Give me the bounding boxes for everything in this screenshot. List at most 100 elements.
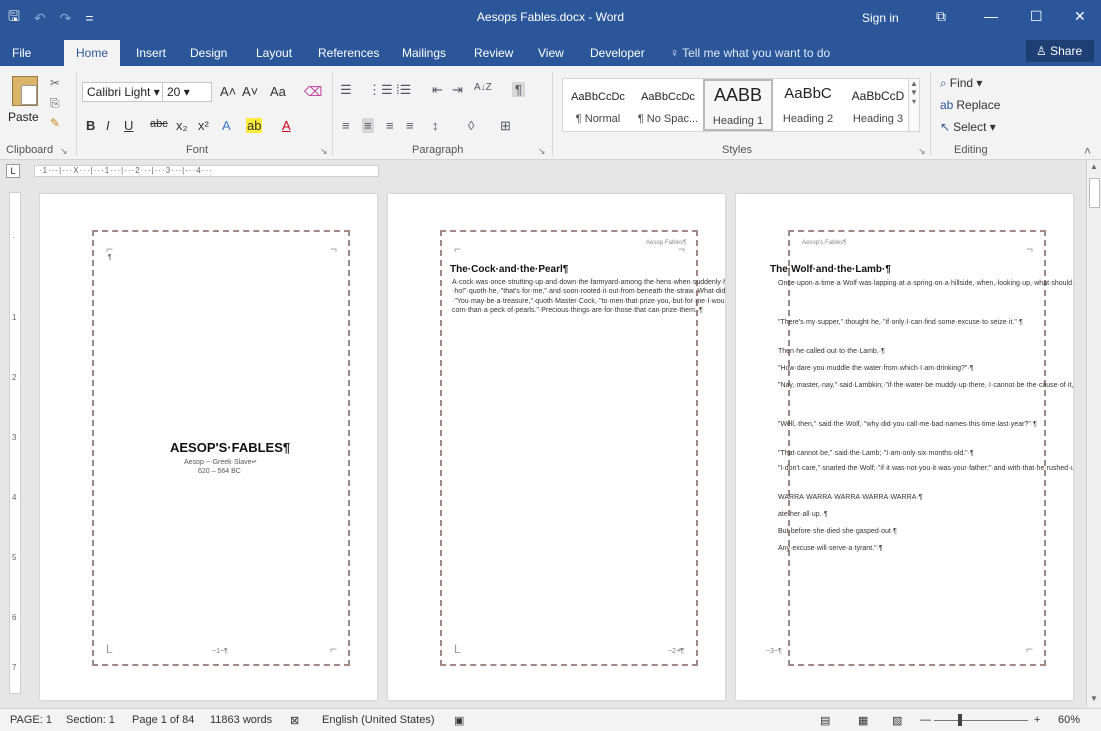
fable-paragraph[interactable]: "Nay,·master,·nay,"·said·Lambkin;·"if·th… [778,381,1073,390]
fable-heading[interactable]: The·Wolf·and·the·Lamb·¶ [770,264,891,275]
font-size-field[interactable]: 20 ▾ [162,82,212,102]
find-button[interactable]: ⌕ Find ▾ [940,76,982,91]
vertical-scrollbar[interactable]: ▲ ▼ [1086,160,1101,708]
tab-design[interactable]: Design [190,46,227,60]
scroll-down-icon[interactable]: ▼ [1090,694,1098,703]
decrease-indent-icon[interactable]: ⇤ [432,82,443,98]
zoom-slider-track[interactable] [934,720,1028,721]
style-heading-1[interactable]: AABB Heading 1 [703,79,773,131]
select-button[interactable]: ↖ Select ▾ [940,120,996,134]
italic-button[interactable]: I [106,118,110,133]
bold-button[interactable]: B [86,118,95,133]
cut-icon[interactable]: ✂ [50,76,60,90]
maximize-icon[interactable]: ☐ [1030,8,1043,25]
tab-developer[interactable]: Developer [590,46,645,60]
horizontal-ruler[interactable]: ·1···|···Ⅹ···|···1···|···2···|···3···|··… [34,165,379,177]
tab-insert[interactable]: Insert [136,46,166,60]
print-layout-icon[interactable]: ▦ [858,714,868,727]
fable-paragraph[interactable]: "There's·my·supper,"·thought·he,·"if·onl… [778,318,1023,327]
tab-mailings[interactable]: Mailings [402,46,446,60]
fable-paragraph[interactable]: WARRA·WARRA·WARRA·WARRA·WARRA·¶ [778,493,922,502]
fable-paragraph[interactable]: Once·upon·a·time·a·Wolf·was·lapping·at·a… [778,279,1073,288]
style-no-spacing[interactable]: AaBbCcDc ¶ No Spac... [633,79,703,131]
vertical-ruler[interactable]: · 1 2 3 4 5 6 7 [9,192,21,694]
fable-paragraph[interactable]: Any·excuse·will·serve·a·tyrant."·¶ [778,544,883,553]
page-number-status[interactable]: PAGE: 1 [10,714,52,726]
cover-title[interactable]: AESOP'S·FABLES¶ [170,440,290,455]
tab-review[interactable]: Review [474,46,513,60]
multilevel-list-icon[interactable]: ⁞☰ [396,82,411,98]
numbering-icon[interactable]: ⋮☰ [368,82,393,98]
style-normal[interactable]: AaBbCcDc ¶ Normal [563,79,633,131]
page-2[interactable]: ⌐ ¬ L ⌐ Aesop·Fables¶ The·Cock·and·the·P… [388,194,725,700]
ribbon-display-options-icon[interactable]: ⧉ [936,8,946,25]
fable-paragraph[interactable]: "That·cannot·be,"·said·the·Lamb;·"I·am·o… [778,449,974,458]
cover-dates[interactable]: 620 – 564 BC [198,468,241,475]
fable-paragraph[interactable]: "How·dare·you·muddle·the·water·from·whic… [778,364,973,373]
justify-icon[interactable]: ≡ [406,118,414,133]
scroll-thumb[interactable] [1089,178,1100,208]
shrink-font-icon[interactable]: A˅ [242,84,258,99]
paragraph-launcher-icon[interactable]: ↘ [538,146,546,157]
align-center-icon[interactable]: ≡ [362,118,374,133]
copy-icon[interactable]: ⎘ [50,96,60,111]
sort-icon[interactable]: A↓Z [474,82,492,93]
tab-selector[interactable]: L [6,164,20,178]
show-hide-marks-icon[interactable]: ¶ [512,82,525,97]
collapse-ribbon-icon[interactable]: ˄ [1084,144,1091,158]
zoom-out-button[interactable]: — [920,714,931,726]
borders-icon[interactable]: ⊞ [500,118,511,134]
zoom-in-button[interactable]: + [1034,714,1040,726]
fable-paragraph[interactable]: But·before·she·died·she·gasped·out·¶ [778,527,897,536]
subscript-button[interactable]: x₂ [176,118,188,133]
align-right-icon[interactable]: ≡ [386,118,394,133]
paste-button-label[interactable]: Paste [8,110,39,124]
page-1[interactable]: ⌐ ¶ ¬ L ⌐ AESOP'S·FABLES¶ Aesop·~·Greek·… [40,194,377,700]
clear-formatting-icon[interactable]: ⌫ [304,84,322,100]
cover-author[interactable]: Aesop·~·Greek·Slave↵ [184,458,257,466]
fable-paragraph[interactable]: "I·don't·care,"·snarled·the·Wolf;·"if·it… [778,464,1073,473]
style-heading-2[interactable]: AaBbC Heading 2 [773,79,843,131]
web-layout-icon[interactable]: ▧ [892,714,902,727]
zoom-level[interactable]: 60% [1058,714,1080,726]
page-count-status[interactable]: Page 1 of 84 [132,714,194,726]
text-effects-icon[interactable]: A [222,118,231,133]
highlight-icon[interactable]: ab [246,118,263,133]
scroll-up-icon[interactable]: ▲ [1090,162,1098,171]
tab-references[interactable]: References [318,46,379,60]
font-color-icon[interactable]: A [282,118,291,133]
font-launcher-icon[interactable]: ↘ [320,146,328,157]
fable-heading[interactable]: The·Cock·and·the·Pearl¶ [450,264,568,275]
line-spacing-icon[interactable]: ↕ [432,118,439,133]
change-case-icon[interactable]: Aa [270,84,286,99]
shading-icon[interactable]: ◊ [468,118,474,133]
proofing-icon[interactable]: ⊠ [290,714,299,727]
align-left-icon[interactable]: ≡ [342,118,350,133]
superscript-button[interactable]: x² [198,118,209,133]
bullets-icon[interactable]: ☰ [340,82,352,98]
fable-paragraph[interactable]: "Well,·then,"·said·the·Wolf,·"why·did·yo… [778,420,1037,429]
tab-home[interactable]: Home [64,40,121,66]
minimize-icon[interactable]: — [984,8,998,24]
increase-indent-icon[interactable]: ⇥ [452,82,463,98]
fable-paragraph[interactable]: Then·he·called·out·to·the·Lamb,·¶ [778,347,885,356]
tell-me-search[interactable]: ♀ Tell me what you want to do [670,46,830,60]
tab-view[interactable]: View [538,46,564,60]
format-painter-icon[interactable]: ✎ [50,116,60,130]
fable-paragraph[interactable]: ate·her·all·up.·¶ [778,510,828,519]
strikethrough-button[interactable]: abc [150,118,168,130]
grow-font-icon[interactable]: A˄ [220,84,236,99]
zoom-slider-thumb[interactable] [958,714,962,726]
replace-button[interactable]: ab Replace [940,98,1000,112]
tab-file[interactable]: File [12,46,31,60]
font-name-field[interactable]: Calibri Light ▾ [82,82,166,102]
macro-record-icon[interactable]: ▣ [454,714,464,727]
section-status[interactable]: Section: 1 [66,714,115,726]
share-button[interactable]: ♙ Share [1026,40,1094,62]
language-status[interactable]: English (United States) [322,714,435,726]
tab-layout[interactable]: Layout [256,46,292,60]
paste-icon[interactable] [12,76,38,106]
styles-launcher-icon[interactable]: ↘ [918,146,926,157]
sign-in-link[interactable]: Sign in [862,11,899,25]
close-icon[interactable]: ✕ [1074,8,1086,25]
